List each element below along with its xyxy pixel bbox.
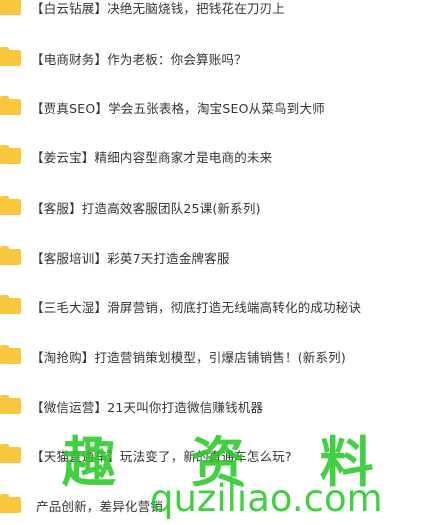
file-list: 【白云钻展】决绝无脑烧钱，把钱花在刀刃上 【电商财务】作为老板：你会算账吗？ 【… [0, 0, 442, 525]
folder-icon [0, 494, 21, 513]
folder-row[interactable]: 【姜云宝】精细内容型商家才是电商的未来 [0, 141, 442, 171]
folder-row[interactable]: 【淘抢购】打造营销策划模型，引爆店铺销售！(新系列) [0, 341, 442, 371]
folder-row[interactable]: 【贾真SEO】学会五张表格，淘宝SEO从菜鸟到大师 [0, 92, 442, 122]
folder-icon [0, 295, 21, 314]
folder-name: 产品创新，差异化营销 [36, 498, 164, 514]
folder-row[interactable]: 【三毛大湿】滑屏营销，彻底打造无线端高转化的成功秘诀 [0, 291, 442, 321]
folder-row[interactable]: 【天猫直通车】玩法变了，新的直通车怎么玩? [0, 440, 442, 470]
folder-name: 【姜云宝】精细内容型商家才是电商的未来 [31, 149, 273, 165]
folder-name: 【电商财务】作为老板：你会算账吗？ [31, 51, 247, 67]
folder-icon [0, 395, 21, 414]
folder-row[interactable]: 【客服】打造高效客服团队25课(新系列) [0, 192, 442, 222]
folder-icon [0, 96, 21, 115]
folder-row[interactable]: 【白云钻展】决绝无脑烧钱，把钱花在刀刃上 [0, 0, 442, 22]
folder-name: 【微信运营】21天叫你打造微信赚钱机器 [31, 399, 264, 415]
folder-icon [0, 246, 21, 265]
folder-row[interactable]: 【微信运营】21天叫你打造微信赚钱机器 [0, 391, 442, 421]
folder-icon [0, 145, 21, 164]
folder-row[interactable]: 【客服培训】彩英7天打造金牌客服 [0, 242, 442, 272]
folder-icon [0, 196, 21, 215]
folder-icon [0, 444, 21, 463]
folder-name: 【白云钻展】决绝无脑烧钱，把钱花在刀刃上 [31, 0, 286, 16]
folder-name: 【淘抢购】打造营销策划模型，引爆店铺销售！(新系列) [31, 349, 346, 365]
folder-name: 【客服】打造高效客服团队25课(新系列) [31, 200, 261, 216]
folder-icon [0, 47, 21, 66]
folder-name: 【贾真SEO】学会五张表格，淘宝SEO从菜鸟到大师 [31, 100, 325, 116]
folder-name: 【天猫直通车】玩法变了，新的直通车怎么玩? [31, 448, 292, 464]
folder-row[interactable]: 产品创新，差异化营销 [0, 490, 442, 520]
folder-icon [0, 345, 21, 364]
folder-row[interactable]: 【电商财务】作为老板：你会算账吗？ [0, 43, 442, 73]
folder-icon [0, 0, 21, 15]
folder-name: 【三毛大湿】滑屏营销，彻底打造无线端高转化的成功秘诀 [31, 299, 362, 315]
folder-name: 【客服培训】彩英7天打造金牌客服 [31, 250, 230, 266]
